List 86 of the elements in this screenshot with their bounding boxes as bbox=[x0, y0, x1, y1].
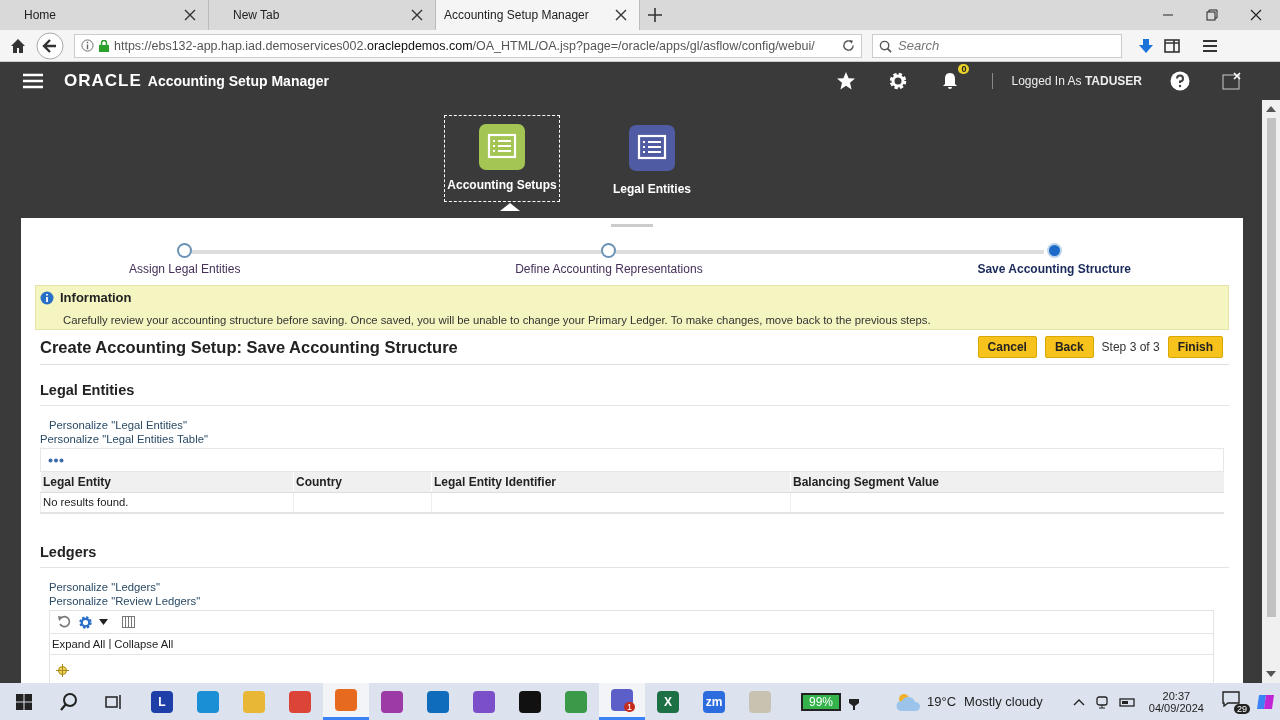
download-icon[interactable] bbox=[1138, 37, 1154, 54]
expand-all-link[interactable]: Expand All bbox=[52, 637, 106, 651]
notification-badge: 0 bbox=[958, 64, 970, 74]
task-view-icon[interactable] bbox=[105, 693, 123, 710]
info-icon bbox=[40, 290, 54, 305]
step-marker[interactable] bbox=[1046, 243, 1062, 258]
close-window-icon[interactable] bbox=[1222, 72, 1242, 90]
step-marker[interactable] bbox=[601, 243, 617, 258]
tab-title: Accounting Setup Manager bbox=[444, 8, 589, 22]
column-header[interactable]: Country bbox=[293, 472, 431, 492]
app-title: Accounting Setup Manager bbox=[147, 73, 329, 89]
home-icon[interactable] bbox=[10, 37, 26, 54]
star-icon[interactable] bbox=[836, 71, 857, 91]
tab-title: Home bbox=[24, 8, 56, 22]
tab-title: New Tab bbox=[233, 8, 280, 22]
taskbar-app[interactable]: zm bbox=[691, 683, 737, 720]
empty-message: No results found. bbox=[40, 493, 293, 512]
personalize-link[interactable]: Personalize "Legal Entities" bbox=[40, 418, 1229, 432]
clock-date: 04/09/2024 bbox=[1148, 701, 1204, 714]
address-bar[interactable]: https://ebs132-app.hap.iad.demoservices002.oraclepdemos.com/OA_HTML/OA.jsp?page=/oracle/apps/gl/asflow/config/webui/ bbox=[74, 33, 862, 58]
more-icon[interactable] bbox=[48, 457, 64, 463]
personalize-link[interactable]: Personalize "Review Ledgers" bbox=[49, 594, 1229, 608]
windows-icon[interactable] bbox=[16, 693, 32, 710]
step-indicator: Step 3 of 3 bbox=[1101, 340, 1160, 354]
back-icon[interactable] bbox=[36, 31, 64, 60]
step-marker[interactable] bbox=[177, 243, 193, 258]
personalize-link[interactable]: Personalize "Ledgers" bbox=[49, 580, 1229, 594]
springboard-tile[interactable]: Legal Entities bbox=[594, 115, 710, 202]
page-title: Create Accounting Setup: Save Accounting Structure bbox=[40, 337, 458, 357]
step-label[interactable]: Assign Legal Entities bbox=[129, 262, 241, 276]
search-icon bbox=[879, 39, 892, 53]
step-label[interactable]: Save Accounting Structure bbox=[977, 262, 1131, 276]
close-icon[interactable] bbox=[411, 9, 423, 21]
action-button[interactable]: Cancel bbox=[977, 336, 1037, 358]
chevron-up-icon[interactable] bbox=[1072, 697, 1085, 706]
list-icon bbox=[479, 124, 525, 170]
info-title: Information bbox=[60, 290, 132, 305]
temperature: 19°C bbox=[927, 694, 957, 709]
refresh-icon[interactable] bbox=[57, 615, 72, 629]
info-icon bbox=[81, 39, 94, 52]
restore-icon[interactable] bbox=[1206, 9, 1218, 21]
scroll-down-icon[interactable] bbox=[1266, 671, 1276, 677]
clock-time: 20:37 bbox=[1162, 689, 1191, 702]
sidebar-icon[interactable] bbox=[1164, 38, 1180, 53]
personalize-link[interactable]: Personalize "Legal Entities Table" bbox=[40, 432, 1229, 446]
column-header[interactable]: Legal Entity bbox=[40, 472, 293, 492]
springboard-tile[interactable]: Accounting Setups bbox=[444, 115, 560, 202]
close-icon[interactable] bbox=[1250, 9, 1262, 21]
search-field[interactable]: Search bbox=[872, 33, 1122, 58]
action-button[interactable]: Back bbox=[1044, 336, 1094, 358]
user-label: Logged In As TADUSER bbox=[1011, 74, 1142, 88]
columns-icon[interactable] bbox=[122, 616, 135, 628]
help-icon[interactable] bbox=[1170, 71, 1190, 91]
list-icon bbox=[629, 125, 675, 171]
taskbar-app[interactable]: 1 bbox=[599, 683, 645, 720]
taskbar-app[interactable]: X bbox=[645, 683, 691, 720]
link-separator: | bbox=[108, 637, 112, 651]
action-button[interactable]: Finish bbox=[1167, 336, 1223, 358]
scrollbar-thumb[interactable] bbox=[1266, 118, 1276, 617]
url-text: https://ebs132-app.hap.iad.demoservices002.oraclepdemos.com/OA_HTML/OA.jsp?page=/oracle/apps/gl/asflow/config/webui/ bbox=[114, 38, 815, 53]
step-label[interactable]: Define Accounting Representations bbox=[515, 262, 703, 276]
weather-text: Mostly cloudy bbox=[964, 694, 1043, 709]
info-text: Carefully review your accounting structure before saving. Once saved, you will be unable to change your Primary Ledger. To make changes, move back to the previous steps. bbox=[62, 314, 932, 326]
section-title: Legal Entities bbox=[40, 382, 1229, 406]
notification-center[interactable]: 29 bbox=[1221, 689, 1250, 714]
scroll-up-icon[interactable] bbox=[1266, 106, 1276, 112]
close-icon[interactable] bbox=[615, 9, 627, 21]
browser-tab[interactable]: Accounting Setup Manager bbox=[436, 0, 640, 30]
column-header[interactable]: Balancing Segment Value bbox=[790, 472, 1224, 492]
lock-icon bbox=[99, 39, 109, 52]
section-title: Ledgers bbox=[40, 544, 1229, 568]
settings-icon[interactable] bbox=[78, 614, 93, 630]
close-icon[interactable] bbox=[184, 9, 196, 21]
collapse-all-link[interactable]: Collapse All bbox=[114, 637, 174, 651]
caret-icon[interactable] bbox=[99, 619, 108, 625]
taskbar-app[interactable]: L bbox=[139, 683, 185, 720]
column-header[interactable]: Legal Entity Identifier bbox=[431, 472, 790, 492]
settings-icon[interactable] bbox=[888, 71, 909, 91]
search-icon[interactable] bbox=[59, 691, 79, 712]
reload-icon[interactable] bbox=[842, 39, 855, 52]
menu-icon[interactable] bbox=[1202, 38, 1218, 53]
app-badge: 1 bbox=[624, 702, 635, 712]
oracle-logo: ORACLE bbox=[64, 71, 142, 91]
new-tab-icon[interactable] bbox=[648, 8, 662, 22]
focus-icon[interactable] bbox=[56, 663, 69, 677]
scrollbar[interactable] bbox=[1262, 100, 1280, 683]
